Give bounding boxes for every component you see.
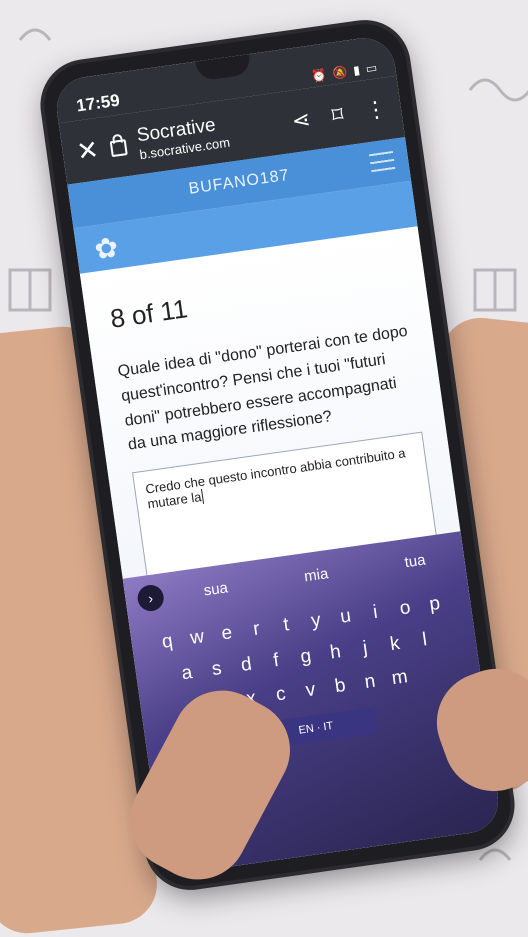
key[interactable]: b xyxy=(329,674,352,699)
suggestion-item[interactable]: tua xyxy=(403,551,426,571)
key[interactable]: c xyxy=(269,683,292,708)
bookmark-icon[interactable]: ⌑ xyxy=(330,102,345,129)
key[interactable]: v xyxy=(299,678,322,703)
hamburger-menu-icon[interactable] xyxy=(369,150,396,173)
key[interactable]: d xyxy=(235,653,258,678)
key[interactable]: e xyxy=(215,621,238,646)
status-time: 17:59 xyxy=(75,90,121,116)
close-icon[interactable]: ✕ xyxy=(75,134,101,167)
gear-icon[interactable]: ✿ xyxy=(92,230,121,266)
key[interactable]: w xyxy=(186,626,209,651)
more-menu-icon[interactable]: ⋮ xyxy=(363,96,388,125)
mute-icon: 🔕 xyxy=(331,64,349,81)
share-icon[interactable]: ⋖ xyxy=(290,106,312,134)
key[interactable]: m xyxy=(388,666,411,691)
key[interactable]: t xyxy=(275,613,298,638)
key[interactable]: g xyxy=(294,645,317,670)
battery-icon: ▭ xyxy=(364,60,378,76)
url-block[interactable]: Socrative b.socrative.com xyxy=(135,106,272,162)
key[interactable]: p xyxy=(423,592,446,617)
answer-text: Credo che questo incontro abbia contribu… xyxy=(144,445,407,512)
suggestion-item[interactable]: mia xyxy=(303,565,329,585)
key[interactable]: y xyxy=(305,609,328,634)
lock-icon xyxy=(109,139,128,158)
key[interactable]: q xyxy=(156,630,179,655)
lte-signal-icon: ▮ xyxy=(352,62,361,78)
key[interactable]: h xyxy=(324,641,347,666)
alarm-icon: ⏰ xyxy=(310,67,328,84)
key[interactable]: f xyxy=(265,649,288,674)
suggestion-item[interactable]: sua xyxy=(203,579,229,599)
key[interactable]: n xyxy=(359,670,382,695)
room-name: BUFANO187 xyxy=(187,166,291,198)
key[interactable]: r xyxy=(245,617,268,642)
key[interactable]: i xyxy=(364,601,387,626)
key[interactable]: l xyxy=(413,628,436,653)
key[interactable]: a xyxy=(176,661,199,686)
question-progress: 8 of 11 xyxy=(108,293,190,334)
key[interactable]: s xyxy=(205,657,228,682)
key[interactable]: j xyxy=(354,636,377,661)
key[interactable]: o xyxy=(394,596,417,621)
key[interactable]: u xyxy=(334,605,357,630)
key[interactable]: k xyxy=(384,632,407,657)
